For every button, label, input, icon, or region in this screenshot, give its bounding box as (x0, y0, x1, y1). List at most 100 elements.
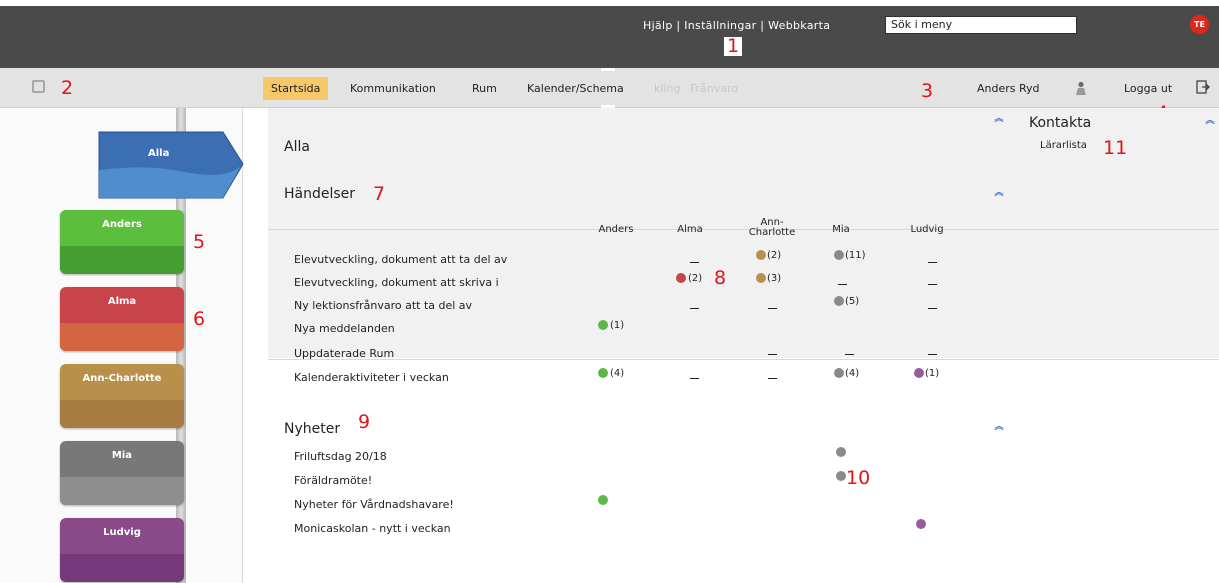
event-row-label[interactable]: Nya meddelanden (294, 322, 395, 335)
column-mia: Mia (832, 224, 850, 235)
tab-kalender-schema[interactable]: Kalender/Schema (527, 82, 624, 95)
sidebar-tab-label: Anders (102, 219, 142, 230)
marker-10: 10 (846, 467, 871, 489)
contact-heading: Kontakta (1029, 115, 1092, 131)
sidebar-tab-ann-charlotte[interactable]: Ann-Charlotte (60, 364, 184, 428)
sidebar-tab-anders[interactable]: Anders (60, 210, 184, 274)
event-count[interactable]: (5) (845, 296, 859, 307)
marker-7: 7 (373, 183, 386, 205)
collapse-icon[interactable]: ︽ (1205, 116, 1215, 126)
news-status-icon[interactable] (916, 519, 926, 529)
collapse-icon[interactable]: ︽ (994, 422, 1004, 432)
marker-6: 6 (193, 308, 206, 330)
event-row-label[interactable]: Ny lektionsfrånvaro att ta del av (294, 299, 472, 312)
news-status-icon[interactable] (598, 495, 608, 505)
event-status-icon[interactable] (834, 296, 844, 306)
event-count[interactable]: (2) (767, 250, 781, 261)
tab-startsida[interactable]: Startsida (263, 77, 329, 100)
event-status-icon[interactable] (834, 368, 844, 378)
event-status-icon[interactable] (598, 368, 608, 378)
page-title: Alla (284, 139, 310, 155)
column-ann-charlotte: Ann- Charlotte (748, 218, 796, 238)
marker-11: 11 (1103, 137, 1128, 159)
marker-2: 2 (61, 77, 74, 99)
empty-cell-dash (768, 308, 777, 309)
marker-3: 3 (921, 80, 934, 102)
sidebar-tab-label: Ann-Charlotte (82, 373, 162, 384)
teacher-list-link[interactable]: Lärarlista (1040, 140, 1087, 151)
sitemap-link[interactable]: Webbkarta (768, 19, 830, 32)
event-row-label[interactable]: Kalenderaktiviteter i veckan (294, 371, 449, 384)
event-status-icon[interactable] (598, 320, 608, 330)
top-links: Hjälp | Inställningar | Webbkarta (643, 19, 830, 32)
tab-franvaro[interactable]: Frånvaro (690, 82, 738, 95)
event-count[interactable]: (4) (610, 368, 624, 379)
brand-logo[interactable]: TE (1190, 15, 1209, 34)
news-item[interactable]: Föräldramöte! (294, 474, 372, 487)
marker-9: 9 (358, 411, 371, 433)
nav-bar: Startsida Kommunikation Rum Kalender/Sch… (0, 68, 1219, 108)
sidebar-tab-ludvig[interactable]: Ludvig (60, 518, 184, 582)
event-row-label[interactable]: Elevutveckling, dokument att ta del av (294, 253, 507, 266)
event-status-icon[interactable] (676, 273, 686, 283)
event-status-icon[interactable] (756, 273, 766, 283)
marker-5: 5 (193, 231, 206, 253)
events-heading: Händelser (284, 186, 356, 202)
empty-cell-dash (928, 284, 937, 285)
divider (268, 359, 1219, 360)
tab-kommunikation[interactable]: Kommunikation (350, 82, 436, 95)
event-count[interactable]: (1) (925, 368, 939, 379)
event-status-icon[interactable] (834, 250, 844, 260)
empty-cell-dash (690, 262, 699, 263)
sidebar-tab-alma[interactable]: Alma (60, 287, 184, 351)
news-item[interactable]: Monicaskolan - nytt i veckan (294, 522, 451, 535)
collapse-icon[interactable]: ︽ (994, 114, 1004, 124)
tab-rum[interactable]: Rum (472, 82, 497, 95)
sidebar-tab-mia[interactable]: Mia (60, 441, 184, 505)
settings-link[interactable]: Inställningar (684, 19, 756, 32)
event-status-icon[interactable] (756, 250, 766, 260)
empty-cell-dash (690, 378, 699, 379)
empty-cell-dash (845, 354, 854, 355)
empty-cell-dash (928, 354, 937, 355)
user-icon[interactable] (1075, 81, 1087, 95)
column-anders: Anders (598, 224, 634, 235)
empty-cell-dash (928, 262, 937, 263)
marker-8: 8 (714, 267, 727, 289)
separator: | (676, 19, 681, 32)
event-row-label[interactable]: Uppdaterade Rum (294, 347, 394, 360)
event-count[interactable]: (1) (610, 320, 624, 331)
empty-cell-dash (768, 378, 777, 379)
event-row-label[interactable]: Elevutveckling, dokument att skriva i (294, 276, 499, 289)
sidebar-tab-alla[interactable] (95, 130, 245, 202)
event-count[interactable]: (11) (845, 250, 866, 261)
tab-utveckling[interactable]: kling (654, 82, 680, 95)
separator: | (760, 19, 765, 32)
news-item[interactable]: Friluftsdag 20/18 (294, 450, 387, 463)
clock-icon[interactable] (32, 80, 45, 93)
event-status-icon[interactable] (914, 368, 924, 378)
logout-icon[interactable] (1196, 80, 1210, 94)
user-name[interactable]: Anders Ryd (977, 82, 1040, 95)
sidebar-tab-label: Alla (148, 148, 170, 159)
event-count[interactable]: (4) (845, 368, 859, 379)
sidebar-tab-label: Alma (107, 296, 137, 307)
empty-cell-dash (838, 284, 847, 285)
column-ludvig: Ludvig (910, 224, 944, 235)
sidebar-tab-label: Ludvig (103, 527, 141, 538)
collapse-icon[interactable]: ︽ (994, 188, 1004, 198)
sidebar-tab-label: Mia (111, 450, 133, 461)
column-label: Charlotte (748, 227, 796, 238)
menu-search-input[interactable]: Sök i meny (885, 16, 1077, 34)
empty-cell-dash (690, 308, 699, 309)
column-alma: Alma (677, 224, 703, 235)
help-link[interactable]: Hjälp (643, 19, 673, 32)
marker-1: 1 (724, 37, 743, 56)
news-status-icon[interactable] (836, 471, 846, 481)
news-item[interactable]: Nyheter för Vårdnadshavare! (294, 498, 454, 511)
menu-indicator (601, 68, 615, 71)
event-count[interactable]: (3) (767, 273, 781, 284)
news-status-icon[interactable] (836, 447, 846, 457)
logout-link[interactable]: Logga ut (1124, 82, 1172, 95)
event-count[interactable]: (2) (688, 273, 702, 284)
